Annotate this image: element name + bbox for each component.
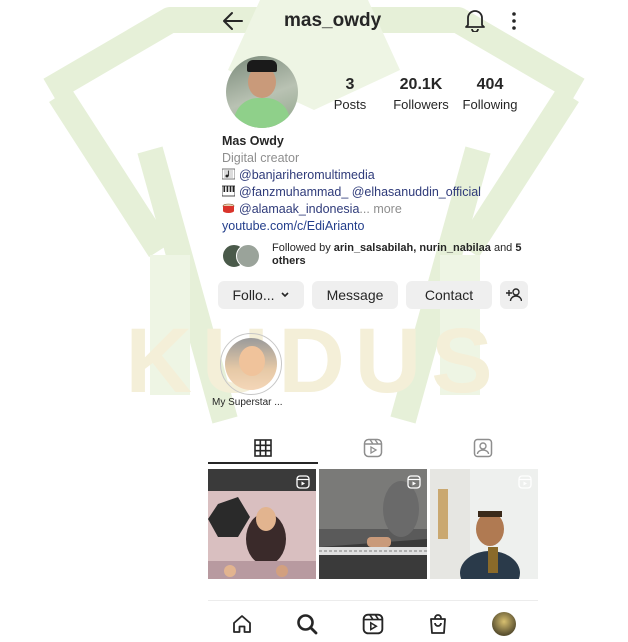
followed-by-names: arin_salsabilah, nurin_nabilaa xyxy=(333,242,491,254)
reels-badge-icon xyxy=(518,475,532,489)
contact-button[interactable]: Contact xyxy=(406,281,492,309)
reels-badge-icon xyxy=(296,475,310,489)
avatar-cap xyxy=(247,60,277,72)
follower-avatar xyxy=(236,244,260,268)
search-icon xyxy=(297,614,318,635)
profile-screen: mas_owdy 3 Posts 20.1K Followers 404 Fol… xyxy=(208,0,538,641)
highlight-label: My Superstar ... xyxy=(212,397,283,408)
bell-icon[interactable] xyxy=(464,8,486,32)
nav-search[interactable] xyxy=(294,611,320,637)
message-label: Message xyxy=(326,287,384,303)
piano-icon xyxy=(222,185,235,197)
profile-username: mas_owdy xyxy=(284,10,382,31)
tab-posts[interactable] xyxy=(208,432,318,464)
message-button[interactable]: Message xyxy=(312,281,398,309)
bio-mention-2[interactable]: @fanzmuhammad_ @elhasanuddin_official xyxy=(239,185,481,199)
bio-line-2: @fanzmuhammad_ @elhasanuddin_official xyxy=(222,184,532,201)
music-note-icon xyxy=(222,168,235,180)
profile-display-name: Mas Owdy xyxy=(222,134,284,148)
profile-tabs xyxy=(208,432,538,464)
reels-icon xyxy=(362,613,384,635)
top-bar: mas_owdy xyxy=(220,8,530,34)
nav-reels[interactable] xyxy=(360,611,386,637)
bio-line-1: @banjariheromultimedia xyxy=(222,167,532,184)
tagged-icon xyxy=(473,438,493,458)
nav-profile[interactable] xyxy=(491,611,517,637)
followed-by-connector: and xyxy=(490,242,516,254)
stat-following[interactable]: 404 Following xyxy=(460,76,520,112)
tab-reels[interactable] xyxy=(318,432,428,464)
post-thumbnail[interactable] xyxy=(430,469,538,579)
posts-count: 3 xyxy=(345,76,355,93)
profile-avatar[interactable] xyxy=(226,56,298,128)
followers-label: Followers xyxy=(393,97,449,112)
nav-shop[interactable] xyxy=(425,611,451,637)
followed-by[interactable]: Followed by arin_salsabilah, nurin_nabil… xyxy=(222,242,532,270)
profile-category: Digital creator xyxy=(222,151,300,165)
stat-followers[interactable]: 20.1K Followers xyxy=(390,76,452,112)
bio-more-link[interactable]: more xyxy=(373,202,401,216)
shop-bag-icon xyxy=(430,614,446,634)
bio-mention-1[interactable]: @banjariheromultimedia xyxy=(239,168,375,182)
follow-label: Follo... xyxy=(232,287,275,303)
bio-mention-3[interactable]: @alamaak_indonesia xyxy=(239,202,359,216)
profile-website-link[interactable]: youtube.com/c/EdiArianto xyxy=(222,218,532,235)
chevron-down-icon xyxy=(280,292,289,298)
profile-avatar-icon xyxy=(492,612,516,636)
add-person-button[interactable] xyxy=(500,281,528,309)
follow-button[interactable]: Follo... xyxy=(218,281,304,309)
add-person-icon xyxy=(506,288,522,302)
bottom-navigation xyxy=(208,600,538,642)
home-icon xyxy=(233,615,251,633)
followers-count: 20.1K xyxy=(399,76,443,93)
posts-label: Posts xyxy=(333,97,367,112)
highlight-cover xyxy=(225,338,277,390)
nav-home[interactable] xyxy=(229,611,255,637)
bio-ellipsis: ... xyxy=(359,202,370,216)
followed-by-prefix: Followed by xyxy=(272,242,334,254)
followed-by-text: Followed by arin_salsabilah, nurin_nabil… xyxy=(272,242,522,268)
drum-icon xyxy=(222,203,235,213)
avatar-figure xyxy=(234,98,290,128)
arrow-left-icon[interactable] xyxy=(220,8,246,34)
grid-icon xyxy=(254,439,272,457)
post-thumbnail[interactable] xyxy=(319,469,427,579)
story-highlight[interactable] xyxy=(220,333,282,395)
highlight-face xyxy=(239,346,265,376)
reels-icon xyxy=(363,438,383,458)
bio-line-3: @alamaak_indonesia... more xyxy=(222,201,532,218)
stat-posts[interactable]: 3 Posts xyxy=(332,76,368,112)
post-thumbnail[interactable] xyxy=(208,469,316,579)
following-count: 404 xyxy=(476,76,504,93)
more-vertical-icon[interactable] xyxy=(510,10,518,32)
following-label: Following xyxy=(462,97,518,112)
posts-grid xyxy=(208,469,538,579)
reels-badge-icon xyxy=(407,475,421,489)
contact-label: Contact xyxy=(424,287,474,303)
profile-bio: Mas Owdy Digital creator @banjariheromul… xyxy=(222,133,532,235)
tab-tagged[interactable] xyxy=(428,432,538,464)
active-tab-indicator xyxy=(208,462,318,464)
